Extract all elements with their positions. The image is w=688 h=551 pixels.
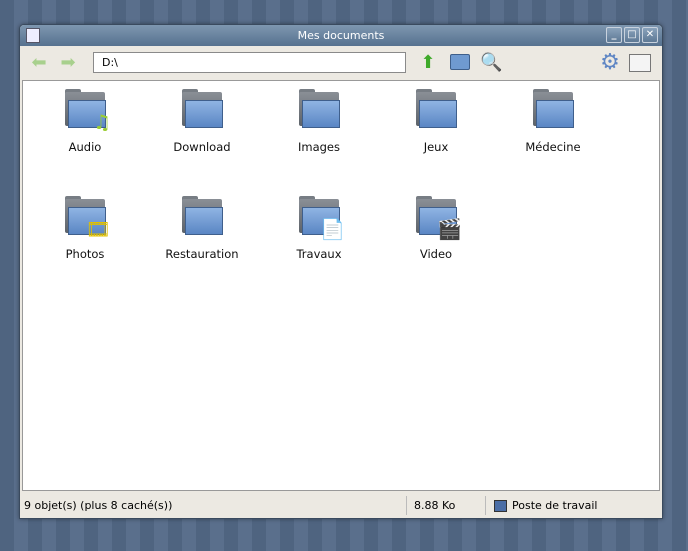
title-bar[interactable]: Mes documents _ □ ✕ (20, 25, 662, 46)
folder-item[interactable]: Jeux (381, 89, 491, 154)
folder-item[interactable]: Images (264, 89, 374, 154)
folder-icon (299, 89, 340, 128)
folder-item[interactable]: ♫ Audio (30, 89, 140, 154)
folder-emblem-icon: 📄 (320, 217, 345, 241)
folder-label: Médecine (525, 140, 581, 154)
search-icon[interactable]: 🔍 (480, 52, 502, 74)
up-arrow-icon[interactable]: ⬆ (417, 52, 439, 74)
folder-emblem-icon: ♫ (93, 110, 111, 134)
folder-emblem-icon: 🎬 (437, 217, 462, 241)
folder-label: Travaux (296, 247, 342, 261)
folder-label: Jeux (423, 140, 449, 154)
back-arrow-icon[interactable]: ⬅ (28, 52, 50, 74)
forward-arrow-icon[interactable]: ➡ (57, 52, 79, 74)
view-mode-icon[interactable] (629, 54, 651, 72)
toolbar: ⬅ ➡ D:\ ⬆ 🔍 ⚙ (20, 46, 662, 79)
window-title: Mes documents (297, 29, 385, 42)
folder-label: Photos (65, 247, 105, 261)
folder-icon (182, 89, 223, 128)
minimize-button[interactable]: _ (606, 27, 622, 43)
file-list-area[interactable]: ♫ Audio Download Images Jeux Médecine 🎞 Photos R… (22, 80, 660, 491)
folder-label: Restauration (165, 247, 239, 261)
folder-label: Video (419, 247, 453, 261)
folder-icon: 🎞 (65, 196, 111, 239)
folder-item[interactable]: Médecine (498, 89, 608, 154)
folder-item[interactable]: 🎞 Photos (30, 196, 140, 261)
settings-gear-icon[interactable]: ⚙ (599, 52, 621, 74)
folder-icon[interactable] (450, 54, 470, 70)
address-input[interactable]: D:\ (93, 52, 406, 73)
status-count: 9 objet(s) (plus 8 caché(s)) (24, 499, 173, 512)
folder-item[interactable]: Restauration (147, 196, 257, 261)
folder-icon (416, 89, 457, 128)
folder-icon: 🎬 (416, 196, 462, 239)
close-button[interactable]: ✕ (642, 27, 658, 43)
folder-icon: 📄 (299, 196, 345, 239)
status-bar: 9 objet(s) (plus 8 caché(s)) 8.88 Ko Pos… (20, 493, 662, 518)
folder-label: Audio (68, 140, 102, 154)
folder-item[interactable]: 📄 Travaux (264, 196, 374, 261)
folder-icon (533, 89, 574, 128)
folder-label: Download (173, 140, 231, 154)
maximize-button[interactable]: □ (624, 27, 640, 43)
folder-icon (182, 196, 223, 235)
folder-emblem-icon: 🎞 (85, 217, 111, 241)
folder-label: Images (297, 140, 340, 154)
status-location[interactable]: Poste de travail (512, 493, 597, 518)
app-icon[interactable] (26, 28, 40, 43)
status-size: 8.88 Ko (414, 499, 456, 512)
file-manager-window: Mes documents _ □ ✕ ⬅ ➡ D:\ ⬆ 🔍 ⚙ ♫ Audio… (19, 24, 663, 519)
folder-item[interactable]: Download (147, 89, 257, 154)
folder-icon: ♫ (65, 89, 111, 132)
folder-item[interactable]: 🎬 Video (381, 196, 491, 261)
computer-icon (494, 500, 507, 512)
